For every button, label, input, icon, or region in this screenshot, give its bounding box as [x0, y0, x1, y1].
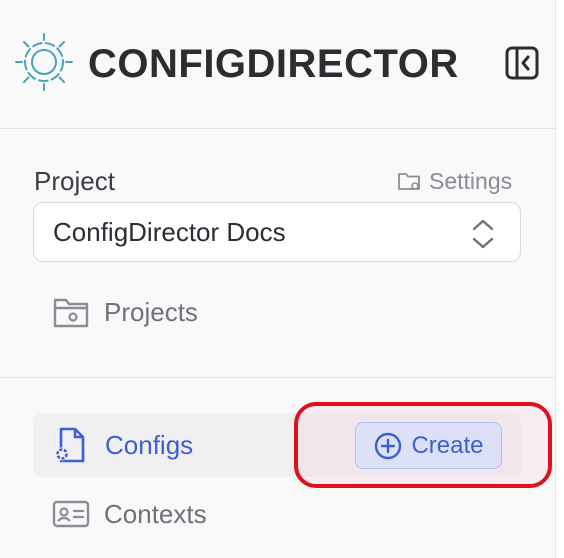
- contexts-label: Contexts: [104, 498, 207, 529]
- project-select[interactable]: ConfigDirector Docs: [33, 202, 521, 262]
- plus-circle-icon: [375, 432, 402, 459]
- configs-label: Configs: [105, 430, 194, 460]
- folder-settings-icon: [398, 173, 420, 190]
- projects-label: Projects: [104, 296, 198, 327]
- project-label: Project: [34, 166, 115, 196]
- sidebar-collapse-icon[interactable]: [505, 46, 539, 80]
- projects-link[interactable]: Projects: [52, 292, 198, 332]
- sidebar-header: CONFIGDIRECTOR: [0, 0, 555, 129]
- project-settings-link[interactable]: Settings: [397, 166, 512, 196]
- gear-logo-icon: [15, 33, 73, 91]
- config-file-icon: [55, 427, 85, 463]
- chevron-up-down-icon: [472, 219, 494, 249]
- sidebar: CONFIGDIRECTOR Project Settings ConfigDi…: [0, 0, 556, 558]
- section-divider: [0, 377, 555, 378]
- project-select-value: ConfigDirector Docs: [53, 216, 286, 247]
- create-label: Create: [411, 431, 484, 459]
- brand-name: CONFIGDIRECTOR: [88, 42, 459, 86]
- folder-icon: [53, 298, 89, 328]
- sidebar-item-contexts[interactable]: Contexts: [52, 494, 207, 534]
- id-card-icon: [52, 500, 90, 528]
- settings-label: Settings: [429, 167, 513, 194]
- create-config-button[interactable]: Create: [355, 422, 502, 469]
